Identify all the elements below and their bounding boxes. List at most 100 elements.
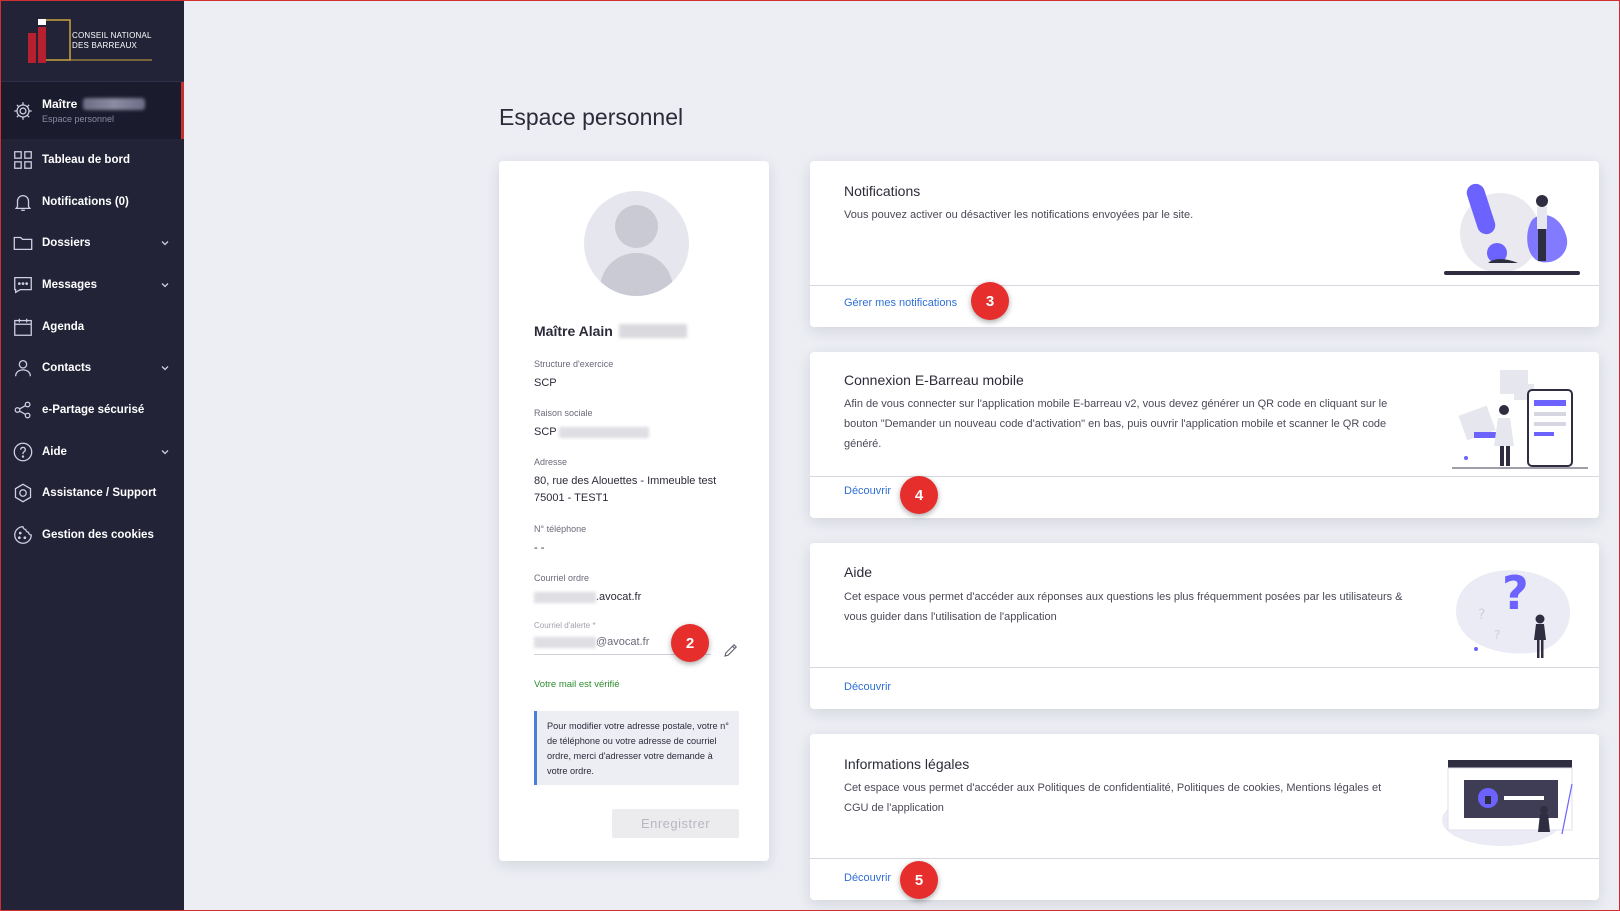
field-value: - -	[534, 542, 545, 554]
card-description: Cet espace vous permet d'accéder aux rép…	[844, 591, 1403, 623]
sidebar-item-contacts[interactable]: Contacts	[0, 347, 184, 389]
field-adresse: Adresse 80, rue des Alouettes - Immeuble…	[534, 457, 716, 507]
field-value: SCP	[534, 377, 557, 389]
card-description: Cet espace vous permet d'accéder aux Pol…	[844, 782, 1382, 814]
annotation-badge: 5	[900, 861, 938, 899]
card-title: Notifications	[844, 183, 921, 199]
card-divider	[810, 476, 1599, 477]
discover-legal-link[interactable]: Découvrir	[844, 872, 891, 884]
manage-notifications-link[interactable]: Gérer mes notifications	[844, 297, 957, 309]
field-label: Courriel ordre	[534, 573, 590, 583]
address-line2: 75001 - TEST1	[534, 492, 609, 504]
info-notice: Pour modifier votre adresse postale, vot…	[534, 711, 739, 785]
field-label: Structure d'exercice	[534, 359, 614, 369]
sidebar-item-label: Assistance / Support	[42, 487, 157, 500]
sidebar-item-label: Agenda	[42, 320, 85, 333]
sidebar-item-assistance[interactable]: Assistance / Support	[0, 473, 184, 515]
chevron-down-icon	[161, 241, 169, 246]
brand-logo[interactable]: CONSEIL NATIONAL DES BARREAUX	[0, 0, 184, 82]
help-icon	[13, 442, 33, 462]
mobile-illustration	[1452, 370, 1588, 469]
sidebar-item-e-partage[interactable]: e-Partage sécurisé	[0, 389, 184, 431]
profile-card: Maître Alain Structure d'exercice SCP Ra…	[499, 161, 769, 861]
sidebar-item-dossiers[interactable]: Dossiers	[0, 222, 184, 264]
card-description: Vous pouvez activer ou désactiver les no…	[844, 209, 1194, 221]
card-divider	[810, 285, 1599, 286]
field-courriel-ordre: Courriel ordre .avocat.fr	[534, 573, 641, 606]
field-label: Raison sociale	[534, 408, 593, 418]
svg-text:?: ?	[1502, 566, 1529, 620]
verified-status: Votre mail est vérifié	[534, 679, 620, 690]
chevron-down-icon	[161, 449, 169, 455]
field-value: @avocat.fr	[596, 636, 650, 648]
sidebar-item-label: Gestion des cookies	[42, 529, 154, 542]
pencil-icon[interactable]	[722, 641, 740, 659]
sidebar-nav: Tableau de bord Notifications (0) Dossie…	[0, 139, 184, 556]
sidebar-item-label: Messages	[42, 278, 97, 291]
field-value: .avocat.fr	[596, 591, 642, 603]
sidebar-item-label: Notifications (0)	[42, 195, 129, 208]
svg-text:?: ?	[1494, 628, 1500, 642]
user-profile-link[interactable]: Maître Espace personnel	[0, 82, 184, 139]
sidebar-item-cookies[interactable]: Gestion des cookies	[0, 514, 184, 556]
redacted-name	[618, 324, 687, 338]
card-aide: Aide Cet espace vous permet d'accéder au…	[810, 543, 1599, 709]
card-notifications: Notifications Vous pouvez activer ou dés…	[810, 161, 1599, 327]
discover-help-link[interactable]: Découvrir	[844, 681, 891, 693]
sidebar-item-label: Dossiers	[42, 237, 91, 250]
redacted-value	[534, 636, 596, 648]
brand-name: CONSEIL NATIONAL DES BARREAUX	[72, 30, 152, 50]
page-title: Espace personnel	[499, 104, 684, 130]
card-title: Informations légales	[844, 756, 970, 772]
field-label: Adresse	[534, 457, 568, 467]
annotation-badge: 3	[971, 282, 1009, 320]
sidebar-item-tableau-de-bord[interactable]: Tableau de bord	[0, 139, 184, 181]
sidebar-item-label: e-Partage sécurisé	[42, 403, 145, 416]
card-divider	[810, 667, 1599, 668]
sidebar: CONSEIL NATIONAL DES BARREAUX Maître Esp…	[0, 0, 184, 911]
legal-illustration	[1442, 760, 1573, 846]
field-label: N° téléphone	[534, 524, 587, 534]
annotation-badge: 2	[671, 624, 709, 662]
discover-mobile-link[interactable]: Découvrir	[844, 485, 891, 497]
gear-icon	[14, 101, 32, 120]
folder-icon	[13, 237, 33, 251]
chevron-down-icon	[161, 282, 169, 288]
calendar-icon	[14, 318, 32, 336]
cookie-icon	[14, 526, 32, 544]
save-button[interactable]: Enregistrer	[612, 809, 739, 838]
user-subtitle: Espace personnel	[42, 114, 115, 124]
user-name: Maître	[42, 97, 78, 111]
notifications-illustration	[1444, 183, 1580, 275]
card-divider	[810, 858, 1599, 859]
sidebar-item-aide[interactable]: Aide	[0, 431, 184, 473]
support-icon	[14, 483, 32, 503]
chevron-down-icon	[161, 366, 169, 371]
card-title: Connexion E-Barreau mobile	[844, 372, 1024, 388]
chat-icon	[14, 276, 32, 294]
field-structure: Structure d'exercice SCP	[534, 359, 613, 392]
sidebar-item-messages[interactable]: Messages	[0, 264, 184, 306]
svg-text:?: ?	[1478, 607, 1485, 623]
annotation-badge: 4	[900, 476, 938, 514]
share-icon	[14, 401, 31, 419]
contact-icon	[15, 360, 31, 377]
profile-name: Maître Alain	[534, 323, 687, 339]
sidebar-item-label: Tableau de bord	[42, 153, 130, 166]
field-telephone: N° téléphone - -	[534, 524, 586, 557]
help-illustration: ? ? ?	[1455, 566, 1570, 658]
redacted-value	[534, 591, 596, 603]
avatar[interactable]	[584, 191, 689, 296]
bell-icon	[14, 194, 32, 211]
field-value: SCP	[534, 426, 557, 438]
sidebar-item-agenda[interactable]: Agenda	[0, 306, 184, 348]
address-line1: 80, rue des Alouettes - Immeuble test	[534, 475, 717, 487]
field-raison-sociale: Raison sociale SCP	[534, 408, 650, 441]
dashboard-icon	[14, 150, 32, 169]
redacted-value	[559, 426, 650, 438]
sidebar-item-label: Contacts	[42, 362, 92, 375]
card-title: Aide	[844, 564, 873, 580]
redacted-name	[83, 98, 146, 110]
sidebar-item-notifications[interactable]: Notifications (0)	[0, 181, 184, 223]
sidebar-item-label: Aide	[42, 445, 67, 458]
